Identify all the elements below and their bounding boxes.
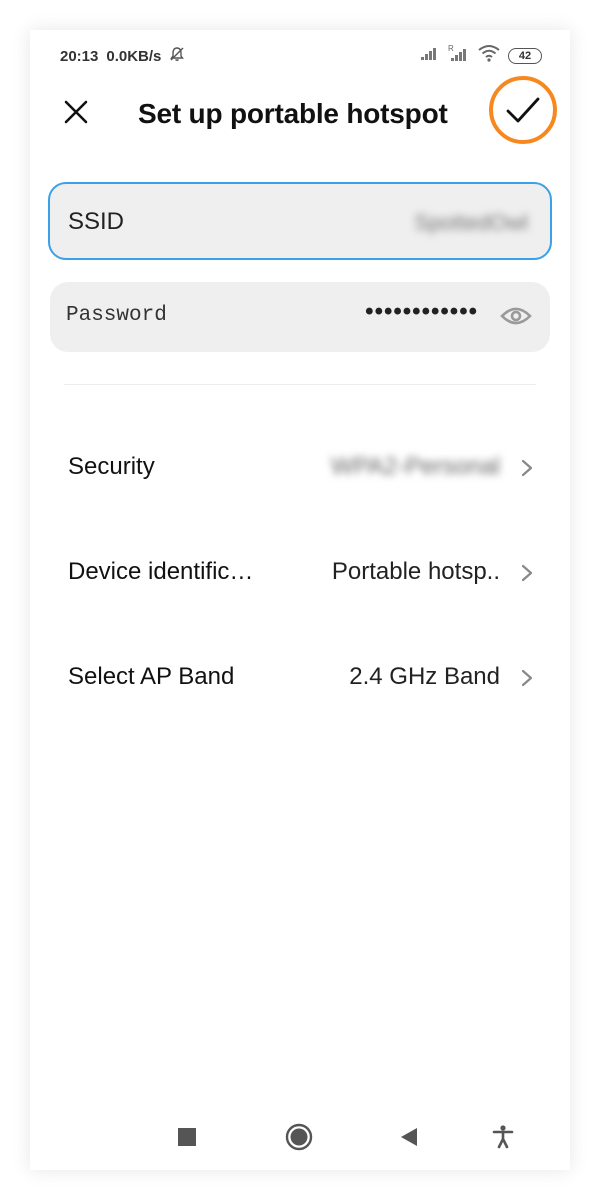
- chevron-right-icon: [521, 669, 533, 687]
- home-circle-icon: [285, 1123, 313, 1151]
- ssid-label: SSID: [68, 208, 125, 235]
- device-identification-value: Portable hotsp..: [331, 558, 500, 585]
- battery-indicator: 42: [508, 47, 542, 64]
- navigation-bar: [30, 1110, 570, 1160]
- bell-off-icon: [169, 46, 185, 66]
- show-password-button[interactable]: [500, 304, 532, 328]
- signal-icon: [420, 45, 440, 66]
- chevron-right-icon: [521, 564, 533, 582]
- device-identification-row[interactable]: Device identific… Portable hotsp..: [30, 538, 570, 608]
- back-button[interactable]: [394, 1122, 424, 1152]
- checkmark-icon: [506, 97, 540, 123]
- eye-icon: [500, 307, 532, 325]
- status-left: 20:13 0.0KB/s: [60, 46, 185, 66]
- password-label: Password: [66, 304, 167, 327]
- security-label: Security: [68, 453, 155, 480]
- chevron-right-icon: [521, 459, 533, 477]
- section-divider: [64, 384, 536, 385]
- close-icon: [64, 100, 88, 124]
- password-value: ••••••••••••: [365, 298, 478, 325]
- status-bar: 20:13 0.0KB/s R 42: [30, 30, 570, 82]
- security-row[interactable]: Security WPA2-Personal: [30, 433, 570, 503]
- confirm-button[interactable]: [489, 76, 557, 144]
- password-field[interactable]: Password ••••••••••••: [50, 282, 550, 352]
- status-time: 20:13: [60, 47, 99, 65]
- status-network-speed: 0.0KB/s: [106, 47, 162, 65]
- square-icon: [178, 1128, 196, 1146]
- accessibility-button[interactable]: [488, 1122, 518, 1152]
- ap-band-row[interactable]: Select AP Band 2.4 GHz Band: [30, 643, 570, 713]
- device-identification-label: Device identific…: [68, 558, 254, 585]
- ap-band-value: 2.4 GHz Band: [349, 663, 500, 690]
- close-button[interactable]: [60, 96, 92, 128]
- back-triangle-icon: [401, 1128, 417, 1146]
- accessibility-icon: [492, 1125, 514, 1149]
- svg-text:R: R: [448, 44, 454, 53]
- security-value: WPA2-Personal: [331, 453, 500, 480]
- status-right: R 42: [420, 44, 542, 67]
- wifi-icon: [478, 44, 500, 67]
- signal-roaming-icon: R: [448, 44, 470, 67]
- ssid-field[interactable]: SSID SpottedOwl: [48, 182, 552, 260]
- ap-band-label: Select AP Band: [68, 663, 235, 690]
- recents-button[interactable]: [172, 1122, 202, 1152]
- phone-screen: 20:13 0.0KB/s R 42 Set up portable hotsp…: [30, 30, 570, 1170]
- page-title: Set up portable hotspot: [138, 98, 448, 129]
- home-button[interactable]: [284, 1122, 314, 1152]
- ssid-value: SpottedOwl: [414, 210, 528, 235]
